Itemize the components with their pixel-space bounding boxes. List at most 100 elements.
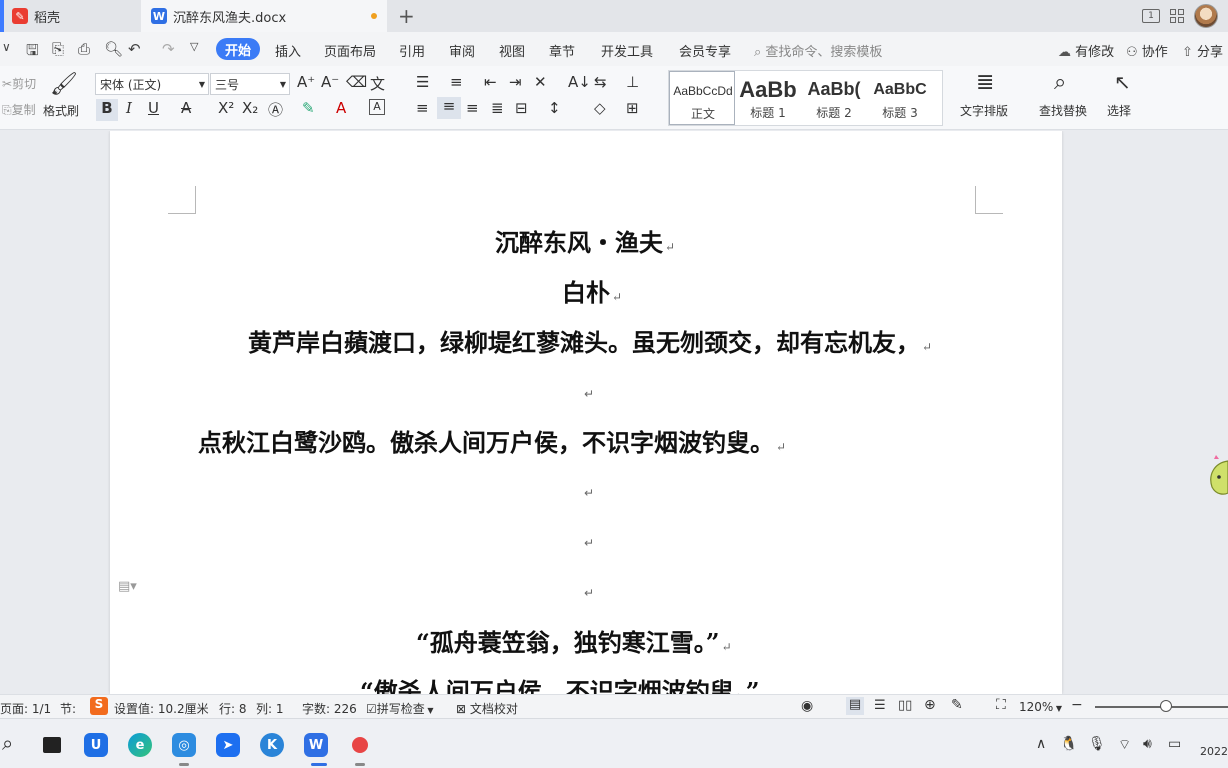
eye-protection-icon[interactable]: ◉ — [801, 698, 813, 714]
style-heading-1[interactable]: AaBb 标题 1 — [735, 71, 801, 125]
highlight-button[interactable]: ✎ — [302, 99, 315, 117]
search-icon[interactable]: ⌕ — [2, 731, 13, 755]
outline-view-icon[interactable]: ☰ — [874, 698, 886, 713]
clock-date[interactable]: 2022, — [1200, 745, 1228, 758]
decrease-indent-icon[interactable]: ⇤ — [484, 73, 497, 91]
window-layout-icon[interactable]: 1 — [1142, 9, 1160, 23]
save-icon[interactable]: 🖫 — [26, 40, 39, 65]
line-spacing-icon[interactable]: ↕ — [548, 99, 561, 117]
fit-page-icon[interactable]: ⛶ — [996, 697, 1006, 713]
write-view-icon[interactable]: ✎ — [951, 697, 963, 713]
style-heading-2[interactable]: AaBb( 标题 2 — [801, 71, 867, 125]
sogou-ime-icon[interactable]: S — [90, 697, 108, 715]
collaborate-button[interactable]: ⚇ 协作 — [1126, 41, 1168, 60]
format-painter-button[interactable]: 格式刷 — [43, 102, 79, 119]
u-app-icon[interactable]: U — [84, 733, 108, 757]
shrink-font-icon[interactable]: A⁻ — [321, 73, 339, 91]
menu-layout[interactable]: 页面布局 — [324, 41, 376, 60]
increase-indent-icon[interactable]: ⇥ — [509, 73, 522, 91]
menu-insert[interactable]: 插入 — [275, 41, 301, 60]
page-view-icon[interactable]: ▤ — [846, 697, 864, 715]
zoom-level[interactable]: 120% ▼ — [1019, 700, 1062, 714]
align-right-icon[interactable]: ≡ — [466, 99, 479, 117]
find-icon[interactable]: ⌕ — [1054, 70, 1066, 95]
battery-icon[interactable]: ▭ — [1168, 736, 1181, 752]
format-painter-icon[interactable]: 🖌︎ — [50, 72, 78, 97]
cut-button[interactable]: ✂剪切 — [2, 75, 36, 92]
find-replace-button[interactable]: 查找替换 — [1039, 102, 1087, 119]
microphone-icon[interactable]: 🎙︎ — [1088, 736, 1106, 752]
bold-button[interactable]: B — [96, 99, 118, 121]
preview-icon[interactable]: 🔍︎ — [104, 40, 123, 58]
word-count[interactable]: 字数: 226 — [302, 700, 357, 717]
text-layout-icon[interactable]: ≣ — [976, 70, 994, 95]
tab-document[interactable]: W 沉醉东风渔夫.docx — [141, 0, 387, 32]
align-left-icon[interactable]: ≡ — [416, 99, 429, 117]
menu-review[interactable]: 审阅 — [449, 41, 475, 60]
superscript-button[interactable]: X² — [218, 99, 234, 117]
feishu-icon[interactable]: ➤ — [216, 733, 240, 757]
proofread-button[interactable]: ⊠ 文档校对 — [456, 700, 518, 717]
menu-developer[interactable]: 开发工具 — [601, 41, 653, 60]
underline-button[interactable]: U — [148, 99, 159, 117]
share-button[interactable]: ⇧ 分享 — [1182, 41, 1223, 60]
task-view-icon[interactable] — [40, 733, 64, 757]
volume-icon[interactable]: 🔊︎ — [1143, 736, 1152, 752]
numbered-list-icon[interactable]: ≡ — [450, 73, 463, 91]
document-outline-icon[interactable]: ▤▾ — [118, 579, 137, 594]
subscript-button[interactable]: X₂ — [242, 99, 258, 117]
borders-icon[interactable]: ⊞ — [626, 99, 639, 117]
avatar[interactable] — [1194, 4, 1218, 28]
capture-app-icon[interactable]: ◎ — [172, 733, 196, 757]
clear-format-icon[interactable]: ⌫ — [346, 73, 367, 91]
menu-references[interactable]: 引用 — [399, 41, 425, 60]
section-indicator[interactable]: 节: — [60, 700, 76, 717]
menu-chapter[interactable]: 章节 — [549, 41, 575, 60]
print-icon[interactable]: ⎙ — [78, 40, 90, 58]
page-indicator[interactable]: 页面: 1/1 — [0, 700, 51, 717]
menu-view[interactable]: 视图 — [499, 41, 525, 60]
menu-member[interactable]: 会员专享 — [679, 41, 731, 60]
tab-daoke[interactable]: ✎ 稻壳 — [0, 0, 140, 32]
wps-writer-icon[interactable]: W — [304, 733, 328, 757]
undo-icon[interactable]: ↶ — [128, 40, 141, 58]
style-normal[interactable]: AaBbCcDd 正文 — [669, 71, 735, 125]
redo-icon[interactable]: ↷ — [162, 40, 175, 58]
text-effect-button[interactable]: Ⓐ — [268, 99, 283, 120]
recorder-icon[interactable] — [348, 733, 372, 757]
shading-icon[interactable]: ◇ — [594, 99, 606, 117]
distribute-icon[interactable]: ⊟ — [515, 99, 528, 117]
qq-icon[interactable]: 🐧 — [1060, 736, 1077, 752]
k-app-icon[interactable]: K — [260, 733, 284, 757]
command-search[interactable]: ⌕ 查找命令、搜索模板 — [754, 41, 882, 60]
style-heading-3[interactable]: AaBbC 标题 3 — [867, 71, 933, 125]
italic-button[interactable]: I — [126, 99, 132, 117]
font-name-select[interactable]: 宋体 (正文) ▼ — [95, 73, 209, 95]
wifi-icon[interactable]: ⌔ — [1118, 736, 1131, 754]
align-center-icon[interactable]: ≡ — [437, 97, 461, 119]
zoom-slider-handle[interactable] — [1160, 700, 1172, 712]
new-tab-button[interactable]: + — [398, 4, 415, 28]
web-view-icon[interactable]: ⊕ — [924, 697, 936, 713]
document-page[interactable]: 沉醉东风・渔夫 ↵ 白朴 ↵ 黄芦岸白蘋渡口，绿柳堤红蓼滩头。虽无刎颈交，却有忘机友… — [110, 131, 1062, 694]
export-icon[interactable]: ⎘ — [52, 40, 64, 58]
cursor-icon[interactable]: ↖ — [1114, 70, 1131, 94]
tab-ruler-icon[interactable]: ⊥ — [626, 73, 639, 91]
modified-button[interactable]: ☁ 有修改 — [1058, 41, 1114, 60]
font-size-select[interactable]: 三号 ▼ — [210, 73, 290, 95]
show-marks-icon[interactable]: ⇆ — [594, 73, 607, 91]
strikethrough-button[interactable]: A — [181, 99, 191, 117]
setting-value[interactable]: 设置值: 10.2厘米 — [114, 700, 209, 717]
char-border-button[interactable]: A — [369, 99, 385, 115]
text-layout-button[interactable]: 文字排版 — [960, 102, 1008, 119]
more-icon[interactable]: ▽ — [190, 40, 198, 53]
chinese-layout-icon[interactable]: ✕ — [534, 73, 547, 91]
spell-check-button[interactable]: ☑拼写检查 ▼ — [366, 700, 433, 717]
zoom-out-button[interactable]: − — [1071, 697, 1083, 713]
sort-icon[interactable]: A↓ — [568, 73, 591, 91]
reading-view-icon[interactable]: ▯▯ — [898, 698, 912, 713]
tray-expand-icon[interactable]: ∧ — [1036, 736, 1046, 752]
grow-font-icon[interactable]: A⁺ — [297, 73, 315, 91]
apps-grid-icon[interactable] — [1170, 9, 1184, 23]
expand-icon[interactable]: ∨ — [2, 40, 11, 54]
